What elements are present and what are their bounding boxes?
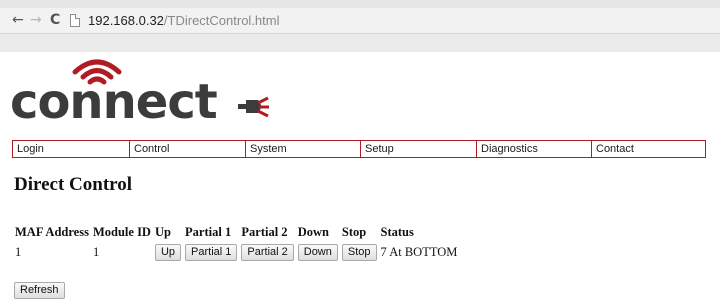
column-header-stop: Stop xyxy=(341,225,367,239)
table-row: 1 1 Up Partial 1 Partial 2 Down Stop 7 A… xyxy=(14,243,458,262)
up-button[interactable]: Up xyxy=(154,244,182,261)
partial-1-button[interactable]: Partial 1 xyxy=(185,244,238,261)
menu-item-contact[interactable]: Contact xyxy=(592,141,705,157)
plug-icon xyxy=(238,96,269,118)
menu-item-diagnostics[interactable]: Diagnostics xyxy=(477,141,592,157)
browser-toolbar: ← → C 192.168.0.32/TDirectControl.html xyxy=(0,8,720,34)
bookmarks-bar xyxy=(0,34,720,52)
reload-icon[interactable]: C xyxy=(50,12,60,28)
url-host: 192.168.0.32 xyxy=(88,13,164,28)
column-header-partial-2: Partial 2 xyxy=(241,225,288,239)
menu-item-system[interactable]: System xyxy=(246,141,361,157)
module-id-cell: 1 xyxy=(92,245,100,259)
direct-control-table: MAF Address Module ID Up Partial 1 Parti… xyxy=(12,222,460,264)
maf-address-cell: 1 xyxy=(15,245,22,259)
menu-item-login[interactable]: Login xyxy=(13,141,130,157)
logo-wordmark: connect xyxy=(10,74,218,130)
stop-button[interactable]: Stop xyxy=(341,244,377,261)
back-icon[interactable]: ← xyxy=(12,12,24,28)
forward-icon[interactable]: → xyxy=(30,12,42,28)
column-header-module-id: Module ID xyxy=(92,225,151,239)
down-button[interactable]: Down xyxy=(297,244,338,261)
address-bar[interactable]: 192.168.0.32/TDirectControl.html xyxy=(88,13,279,28)
table-header-row: MAF Address Module ID Up Partial 1 Parti… xyxy=(14,224,458,241)
column-header-down: Down xyxy=(297,225,330,239)
column-header-up: Up xyxy=(154,225,171,239)
url-path: /TDirectControl.html xyxy=(163,13,280,28)
up-cell: Up xyxy=(154,243,182,262)
partial-2-cell: Partial 2 xyxy=(240,243,294,262)
stop-cell: Stop xyxy=(341,243,378,262)
status-cell: 7 At BOTTOM xyxy=(380,245,458,259)
page-icon xyxy=(70,14,80,27)
page-title: Direct Control xyxy=(14,174,133,195)
main-menu: Login Control System Setup Diagnostics C… xyxy=(12,140,706,158)
menu-item-control[interactable]: Control xyxy=(130,141,246,157)
partial-1-cell: Partial 1 xyxy=(184,243,238,262)
down-cell: Down xyxy=(297,243,339,262)
column-header-maf-address: MAF Address xyxy=(15,225,89,239)
partial-2-button[interactable]: Partial 2 xyxy=(241,244,294,261)
window-top-bar xyxy=(0,0,720,8)
connect-logo: connect xyxy=(10,58,270,128)
column-header-status: Status xyxy=(380,225,414,239)
column-header-partial-1: Partial 1 xyxy=(185,225,232,239)
menu-item-setup[interactable]: Setup xyxy=(361,141,477,157)
refresh-button[interactable]: Refresh xyxy=(14,282,65,299)
